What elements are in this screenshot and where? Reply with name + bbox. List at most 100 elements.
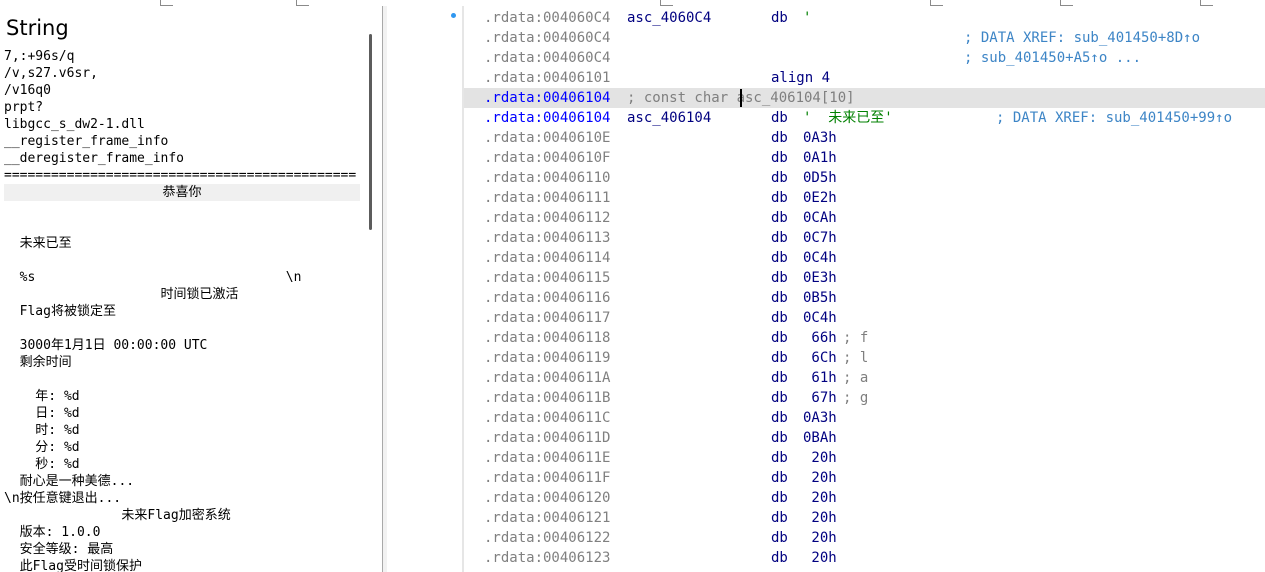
disasm-line[interactable]: .rdata:00406112 db 0CAh [464,208,1265,228]
string-item[interactable]: %s \n [4,269,364,286]
string-item[interactable] [4,218,364,235]
disassembly-view[interactable]: .rdata:004060C4 asc_4060C4 db ' .rdata:00406… [387,6,1265,572]
disasm-line[interactable]: .rdata:00406118 db 66h ; f [464,328,1265,348]
string-item[interactable]: 版本: 1.0.0 [4,524,364,541]
disasm-addr: .rdata:00406101 [484,70,611,86]
string-item[interactable]: 恭喜你 [4,184,360,201]
breakpoint-dot-icon[interactable] [451,13,456,18]
disasm-mnem: db [771,370,788,386]
disasm-mnem: db [771,490,788,506]
disasm-label[interactable]: asc_4060C4 [627,8,711,28]
disasm-line[interactable]: .rdata:00406113 db 0C7h [464,228,1265,248]
disasm-line[interactable]: .rdata:00406123 db 20h [464,548,1265,568]
disasm-oper: 0A3h [803,410,837,426]
disasm-oper: 66h [803,330,837,346]
disasm-oper: 0D5h [803,170,837,186]
string-item[interactable]: prpt? [4,99,364,116]
disasm-line[interactable]: .rdata:00406114 db 0C4h [464,248,1265,268]
string-item[interactable]: 未来已至 [4,235,364,252]
string-item[interactable]: 年: %d [4,388,364,405]
disasm-line[interactable]: .rdata:0040611D db 0BAh [464,428,1265,448]
disasm-label[interactable]: asc_406104 [627,108,711,128]
strings-panel: String 7,:+96s/q/v,s27.v6sr,/v16q0 prpt? l… [0,6,383,572]
strings-panel-title: String [6,16,69,40]
string-item[interactable]: 时间锁已激活 [4,286,364,303]
string-item[interactable]: 时: %d [4,422,364,439]
string-item[interactable]: Flag将被锁定至 [4,303,364,320]
string-item[interactable] [4,320,364,337]
string-item[interactable]: 耐心是一种美德... [4,473,364,490]
disasm-oper: 20h [803,470,837,486]
string-item[interactable]: 日: %d [4,405,364,422]
disasm-mnem: db [771,310,788,326]
disasm-line[interactable]: .rdata:004060C4 ; sub_401450+A5↑o ... [464,48,1265,68]
string-item[interactable]: 此Flag受时间锁保护 [4,558,364,572]
disasm-mnem: db [771,450,788,466]
disasm-comment: ; f [843,330,869,346]
disasm-line[interactable]: .rdata:0040611A db 61h ; a [464,368,1265,388]
disasm-line[interactable]: .rdata:00406111 db 0E2h [464,188,1265,208]
disasm-line[interactable]: .rdata:00406119 db 6Ch ; l [464,348,1265,368]
disasm-line[interactable]: .rdata:00406120 db 20h [464,488,1265,508]
disasm-addr: .rdata:0040611B [484,390,611,406]
string-item[interactable]: 7,:+96s/q [4,48,364,65]
string-item[interactable] [4,252,364,269]
disasm-line[interactable]: .rdata:004060C4 asc_4060C4 db ' [464,8,1265,28]
string-item[interactable]: __register_frame_info [4,133,364,150]
strings-scrollbar-thumb[interactable] [369,34,372,230]
disasm-mnem: db [771,230,788,246]
string-item[interactable] [4,371,364,388]
disasm-line[interactable]: .rdata:0040610F db 0A1h [464,148,1265,168]
string-item[interactable]: __deregister_frame_info [4,150,364,167]
disasm-mnem: db [771,410,788,426]
disasm-line[interactable]: .rdata:00406101 align 4 [464,68,1265,88]
disasm-oper: ' 未来已至' [803,110,893,126]
string-item[interactable]: \n按任意键退出... [4,490,364,507]
disasm-line[interactable]: .rdata:00406116 db 0B5h [464,288,1265,308]
disasm-line[interactable]: .rdata:004060C4 ; DATA XREF: sub_401450+8… [464,28,1265,48]
disasm-addr: .rdata:004060C4 [484,10,611,26]
disasm-mnem: db [771,530,788,546]
string-item[interactable]: /v16q0 [4,82,364,99]
disasm-mnem: db [771,390,788,406]
string-item[interactable] [4,201,364,218]
disasm-line[interactable]: .rdata:00406104; const char asc_406104[1… [464,88,1265,108]
string-item[interactable]: 3000年1月1日 00:00:00 UTC [4,337,364,354]
disasm-oper: 0CAh [803,210,837,226]
disasm-line[interactable]: .rdata:00406104 asc_406104 db ' 未来已至' ; DATA… [464,108,1265,128]
strings-scrollbar[interactable] [366,16,376,572]
disasm-addr: .rdata:0040611A [484,370,611,386]
disasm-xref[interactable]: ; DATA XREF: sub_401450+8D↑o [964,28,1200,48]
disasm-addr: .rdata:00406112 [484,210,611,226]
string-item[interactable]: ========================================… [4,167,364,184]
disassembly-listing[interactable]: .rdata:004060C4 asc_4060C4 db ' .rdata:00406… [464,6,1265,572]
disasm-line[interactable]: .rdata:0040611B db 67h ; g [464,388,1265,408]
disasm-addr: .rdata:00406120 [484,490,611,506]
string-item[interactable]: 安全等级: 最高 [4,541,364,558]
disasm-oper: 20h [803,550,837,566]
disasm-line[interactable]: .rdata:00406110 db 0D5h [464,168,1265,188]
disassembly-gutter [387,6,462,572]
string-item[interactable]: libgcc_s_dw2-1.dll [4,116,364,133]
disasm-line[interactable]: .rdata:00406117 db 0C4h [464,308,1265,328]
disasm-xref[interactable]: ; DATA XREF: sub_401450+99↑o [996,108,1232,128]
disasm-oper: 20h [803,510,837,526]
disasm-addr: .rdata:0040611D [484,430,611,446]
disasm-oper: 61h [803,370,837,386]
string-item[interactable]: /v,s27.v6sr, [4,65,364,82]
disasm-line[interactable]: .rdata:00406115 db 0E3h [464,268,1265,288]
string-item[interactable]: 未来Flag加密系统 [4,507,364,524]
disasm-line[interactable]: .rdata:0040611E db 20h [464,448,1265,468]
disasm-line[interactable]: .rdata:0040611C db 0A3h [464,408,1265,428]
disasm-oper: 0E2h [803,190,837,206]
string-item[interactable]: 分: %d [4,439,364,456]
disasm-xref[interactable]: ; sub_401450+A5↑o ... [964,48,1141,68]
string-item[interactable]: 秒: %d [4,456,364,473]
disasm-line[interactable]: .rdata:00406121 db 20h [464,508,1265,528]
disasm-oper: 0E3h [803,270,837,286]
disasm-line[interactable]: .rdata:0040610E db 0A3h [464,128,1265,148]
disasm-addr: .rdata:00406119 [484,350,611,366]
disasm-line[interactable]: .rdata:0040611F db 20h [464,468,1265,488]
disasm-line[interactable]: .rdata:00406122 db 20h [464,528,1265,548]
string-item[interactable]: 剩余时间 [4,354,364,371]
